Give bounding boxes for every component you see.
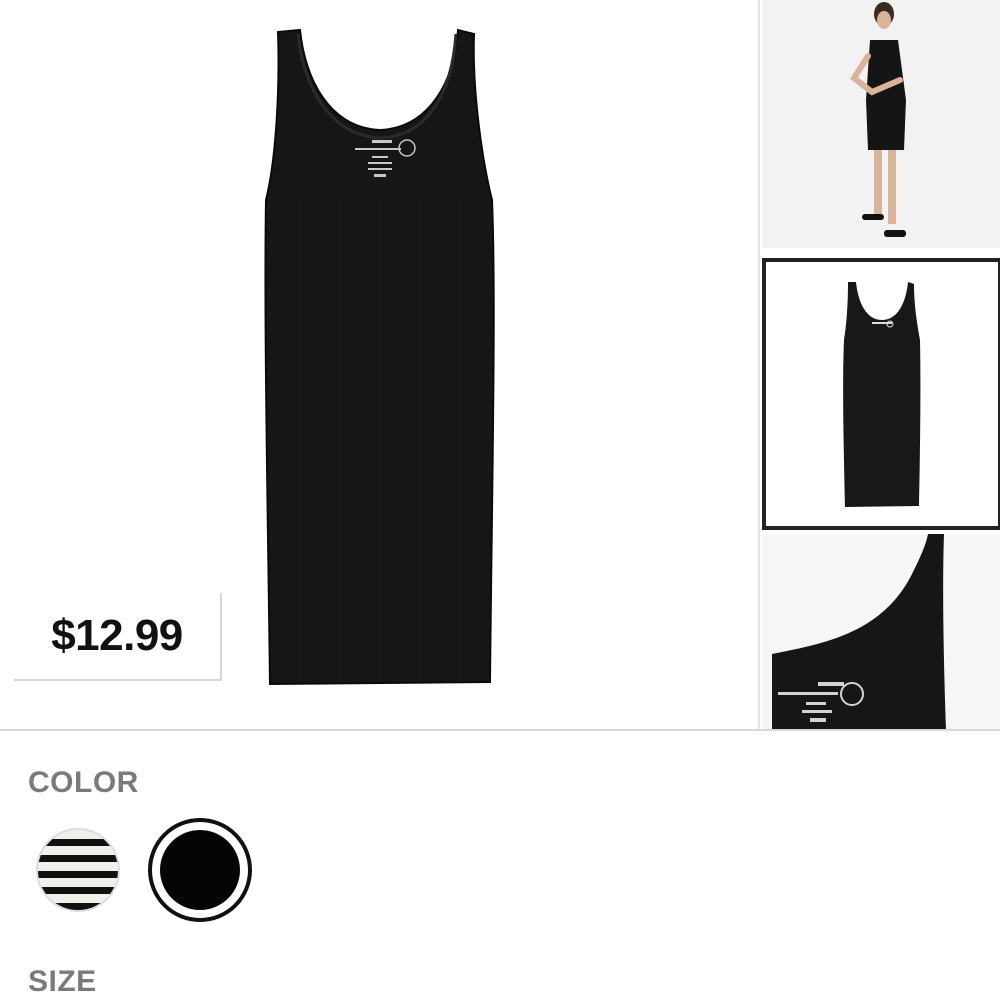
thumbnail-dress-front[interactable] — [762, 258, 1000, 530]
price-value: $12.99 — [51, 611, 183, 660]
dress-front-photo — [762, 258, 1000, 530]
price-tag: $12.99 — [14, 593, 222, 681]
thumbnail-model[interactable] — [762, 0, 1000, 248]
product-gallery: $12.99 — [0, 0, 1000, 730]
model-photo — [762, 0, 1000, 248]
color-label: COLOR — [28, 766, 139, 799]
neckline-detail-photo — [762, 534, 1000, 730]
color-swatch-striped[interactable] — [36, 828, 120, 912]
main-product-image[interactable]: $12.99 — [0, 0, 758, 730]
thumbnail-neckline[interactable] — [762, 534, 1000, 730]
size-label: SIZE — [28, 965, 97, 998]
thumbnail-strip — [758, 0, 1000, 730]
color-swatch-black-selected[interactable] — [148, 818, 252, 922]
section-divider — [0, 729, 1000, 731]
color-swatch-black-fill — [160, 830, 240, 910]
